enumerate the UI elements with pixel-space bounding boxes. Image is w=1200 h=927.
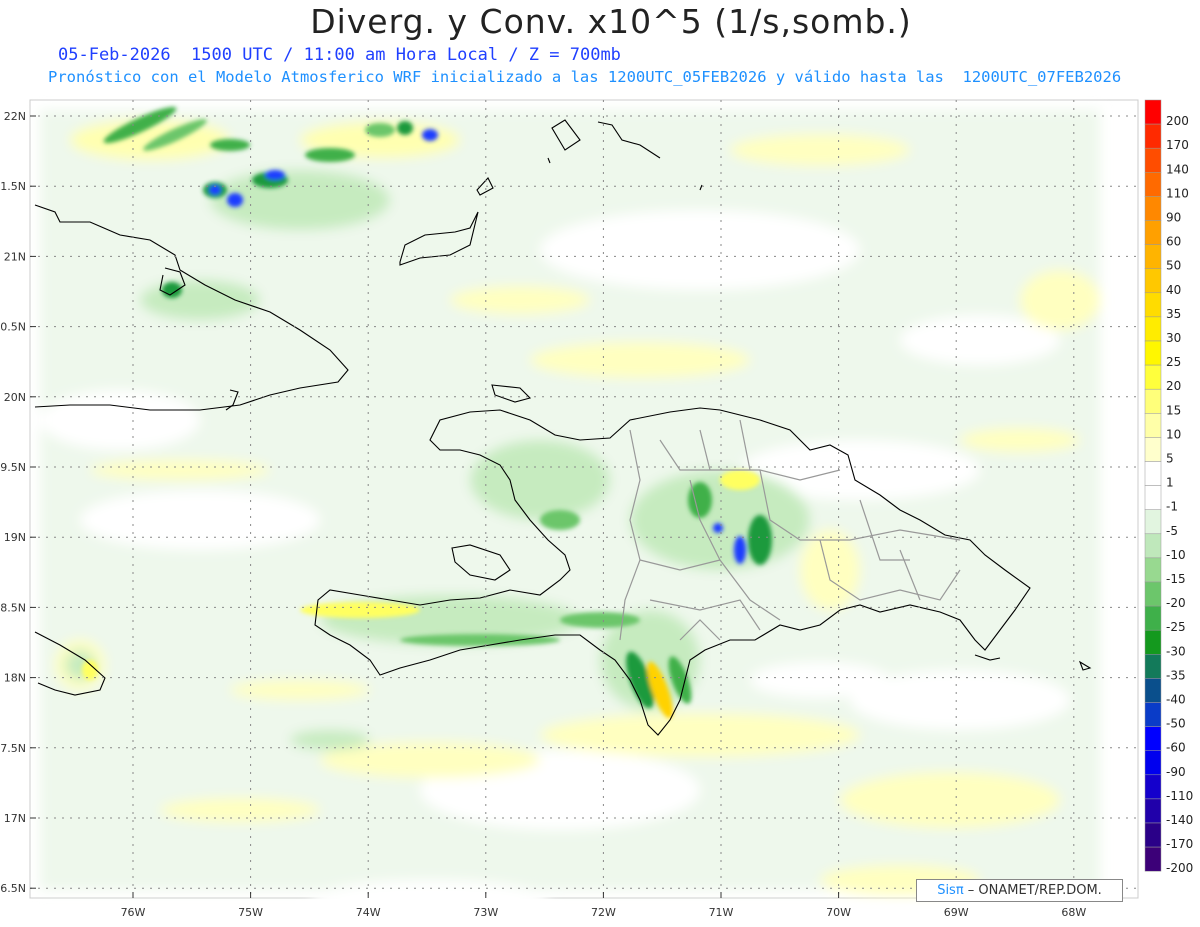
colorbar-swatch (1144, 654, 1162, 679)
colorbar-label: 110 (1166, 186, 1189, 200)
colorbar-swatch (1144, 726, 1162, 751)
colorbar-label: 140 (1166, 162, 1189, 176)
lat-label: 21N (4, 250, 26, 263)
colorbar-swatch (1144, 244, 1162, 269)
lon-label: 72W (591, 906, 616, 919)
colorbar-label: 15 (1166, 403, 1181, 417)
colorbar-swatch (1144, 196, 1162, 221)
lon-label: 75W (238, 906, 263, 919)
colorbar: 200 170 140 110 90 60 50 40 35 30 25 20 15 10 5 1 -1 -5 -1… (1144, 99, 1193, 875)
colorbar-label: 50 (1166, 259, 1181, 273)
colorbar-swatch (1144, 147, 1162, 173)
colorbar-label: 40 (1166, 283, 1181, 297)
colorbar-swatch (1144, 798, 1162, 824)
credit-box: Sisπ – ONAMET/REP.DOM. (916, 879, 1123, 902)
lat-label: 20.5N (0, 321, 26, 334)
colorbar-swatch (1144, 413, 1162, 438)
lon-label: 71W (709, 906, 734, 919)
colorbar-swatch (1144, 99, 1162, 125)
colorbar-swatch (1144, 605, 1162, 631)
lat-label: 16.5N (0, 882, 26, 895)
colorbar-label: -140 (1166, 813, 1193, 827)
divergence-map: 22N 21.5N 21N 20.5N 20N 19.5N 19N 18.5N 18N 17.5N… (0, 99, 1193, 920)
colorbar-label: 200 (1166, 114, 1189, 128)
lon-label: 68W (1061, 906, 1086, 919)
credit-brand: Sisπ (937, 883, 964, 898)
colorbar-label: -40 (1166, 692, 1186, 706)
colorbar-swatch (1144, 316, 1162, 342)
lon-label: 76W (121, 906, 146, 919)
lon-label: 73W (473, 906, 498, 919)
lat-label: 21.5N (0, 180, 26, 193)
colorbar-label: -20 (1166, 596, 1186, 610)
colorbar-swatch (1144, 437, 1162, 462)
colorbar-label: 1 (1166, 476, 1174, 490)
colorbar-label: -170 (1166, 837, 1193, 851)
colorbar-swatch (1144, 557, 1162, 583)
colorbar-swatch (1144, 678, 1162, 703)
colorbar-label: -90 (1166, 765, 1186, 779)
colorbar-swatch (1144, 388, 1162, 414)
colorbar-swatch (1144, 774, 1162, 800)
colorbar-label: 90 (1166, 210, 1181, 224)
lon-label: 70W (826, 906, 851, 919)
colorbar-swatch (1144, 123, 1162, 149)
colorbar-label: -110 (1166, 789, 1193, 803)
colorbar-swatch (1144, 485, 1162, 510)
colorbar-label: -60 (1166, 741, 1186, 755)
colorbar-label: 35 (1166, 307, 1181, 321)
colorbar-label: 60 (1166, 235, 1181, 249)
latitude-labels: 22N 21.5N 21N 20.5N 20N 19.5N 19N 18.5N 18N 17.5N… (0, 110, 26, 895)
colorbar-label: -35 (1166, 668, 1186, 682)
colorbar-swatch (1144, 702, 1162, 727)
credit-text: – ONAMET/REP.DOM. (963, 883, 1102, 898)
colorbar-swatch (1144, 268, 1162, 294)
colorbar-swatch (1144, 461, 1162, 486)
lat-label: 19.5N (0, 461, 26, 474)
colorbar-swatch (1144, 364, 1162, 390)
colorbar-swatch (1144, 846, 1162, 872)
colorbar-label: 30 (1166, 331, 1181, 345)
colorbar-label: -30 (1166, 644, 1186, 658)
colorbar-label: -50 (1166, 717, 1186, 731)
lat-label: 18.5N (0, 601, 26, 614)
colorbar-label: 20 (1166, 379, 1181, 393)
longitude-labels: 76W 75W 74W 73W 72W 71W 70W 69W 68W (121, 906, 1087, 919)
lat-label: 20N (4, 391, 26, 404)
colorbar-label: 5 (1166, 451, 1174, 465)
colorbar-swatch (1144, 533, 1162, 559)
lon-label: 74W (356, 906, 381, 919)
colorbar-swatch (1144, 822, 1162, 848)
lon-label: 69W (944, 906, 969, 919)
colorbar-swatch (1144, 629, 1162, 655)
colorbar-label: 170 (1166, 138, 1189, 152)
lat-label: 22N (4, 110, 26, 123)
colorbar-label: -200 (1166, 861, 1193, 875)
colorbar-swatch (1144, 220, 1162, 245)
colorbar-label: -25 (1166, 620, 1186, 634)
colorbar-label: 25 (1166, 355, 1181, 369)
colorbar-swatch (1144, 172, 1162, 197)
colorbar-swatch (1144, 340, 1162, 366)
colorbar-label: -15 (1166, 572, 1186, 586)
lat-label: 17N (4, 812, 26, 825)
colorbar-swatch (1144, 581, 1162, 607)
colorbar-label: -5 (1166, 524, 1178, 538)
colorbar-label: 10 (1166, 427, 1181, 441)
colorbar-label: -1 (1166, 500, 1178, 514)
lat-label: 18N (4, 672, 26, 685)
colorbar-swatch (1144, 509, 1162, 535)
colorbar-swatch (1144, 292, 1162, 318)
colorbar-swatch (1144, 750, 1162, 776)
lat-label: 17.5N (0, 742, 26, 755)
lat-label: 19N (4, 531, 26, 544)
colorbar-label: -10 (1166, 548, 1186, 562)
